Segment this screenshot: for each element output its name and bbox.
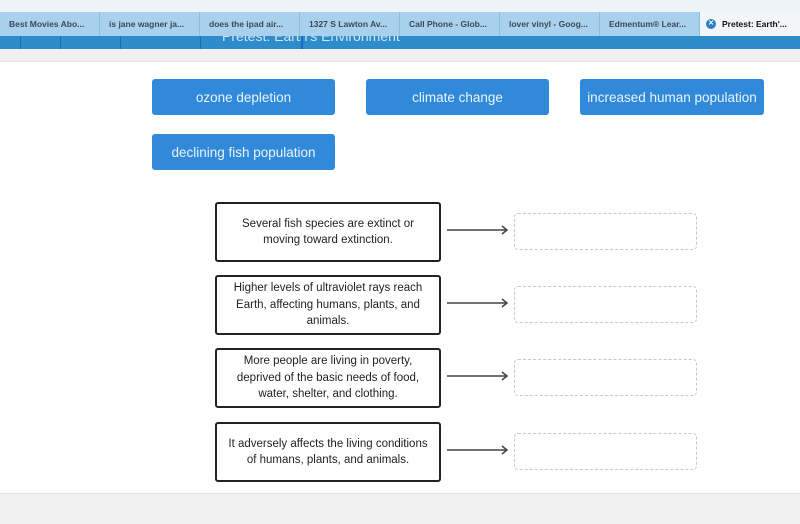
header-divider — [120, 36, 121, 49]
browser-tab[interactable]: Call Phone - Glob... — [400, 12, 500, 36]
header-divider — [20, 36, 21, 49]
tab-label: Call Phone - Glob... — [409, 19, 487, 29]
footer-bar — [0, 493, 800, 524]
browser-tab[interactable]: lover vinyl - Goog... — [500, 12, 600, 36]
drop-zone[interactable] — [514, 213, 697, 250]
browser-tab-active[interactable]: ✕ Pretest: Earth'... — [700, 12, 800, 36]
header-divider — [200, 36, 201, 49]
header-divider — [60, 36, 61, 49]
answer-tile-increased-human-population[interactable]: increased human population — [580, 79, 764, 115]
subheader-bar — [0, 49, 800, 62]
page-title: Pretest: Earth's Environment — [222, 36, 400, 44]
description-text: More people are living in poverty, depri… — [236, 355, 420, 401]
tab-label: Best Movies Abo... — [9, 19, 85, 29]
browser-tab[interactable]: is jane wagner ja... — [100, 12, 200, 36]
arrow-right-icon — [447, 225, 509, 235]
browser-tab[interactable]: does the ipad air... — [200, 12, 300, 36]
description-box: Higher levels of ultraviolet rays reach … — [215, 275, 441, 335]
tab-label: does the ipad air... — [209, 19, 284, 29]
browser-chrome-top — [0, 0, 800, 12]
browser-tab[interactable]: Edmentum® Lear... — [600, 12, 700, 36]
tab-label: is jane wagner ja... — [109, 19, 185, 29]
tab-label: Pretest: Earth'... — [722, 19, 787, 29]
arrow-right-icon — [447, 298, 509, 308]
description-box: Several fish species are extinct or movi… — [215, 202, 441, 262]
app-header: Pretest: Earth's Environment — [0, 36, 800, 49]
arrow-right-icon — [447, 445, 509, 455]
browser-tab[interactable]: Best Movies Abo... — [0, 12, 100, 36]
tab-label: lover vinyl - Goog... — [509, 19, 588, 29]
answer-tile-declining-fish-population[interactable]: declining fish population — [152, 134, 335, 170]
description-text: Higher levels of ultraviolet rays reach … — [233, 282, 423, 328]
description-text: Several fish species are extinct or movi… — [242, 217, 414, 247]
description-text: It adversely affects the living conditio… — [228, 437, 428, 467]
tab-label: 1327 S Lawton Av... — [309, 19, 388, 29]
close-circle-icon[interactable]: ✕ — [706, 19, 716, 29]
arrow-right-icon — [447, 371, 509, 381]
drop-zone[interactable] — [514, 286, 697, 323]
browser-tab[interactable]: 1327 S Lawton Av... — [300, 12, 400, 36]
answer-tile-ozone-depletion[interactable]: ozone depletion — [152, 79, 335, 115]
description-box: More people are living in poverty, depri… — [215, 348, 441, 408]
description-box: It adversely affects the living conditio… — [215, 422, 441, 482]
tab-label: Edmentum® Lear... — [609, 19, 687, 29]
browser-tab-bar: Best Movies Abo... is jane wagner ja... … — [0, 12, 800, 36]
drop-zone[interactable] — [514, 359, 697, 396]
answer-tile-climate-change[interactable]: climate change — [366, 79, 549, 115]
drop-zone[interactable] — [514, 433, 697, 470]
